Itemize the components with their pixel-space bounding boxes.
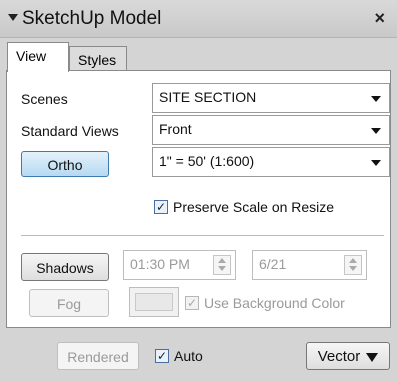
close-icon[interactable]: × bbox=[374, 8, 385, 29]
panel-titlebar[interactable]: SketchUp Model × bbox=[0, 0, 397, 38]
vector-label: Vector bbox=[317, 348, 361, 365]
panel-title: SketchUp Model bbox=[22, 8, 162, 29]
fog-button[interactable]: Fog bbox=[29, 289, 109, 317]
collapse-triangle-icon[interactable] bbox=[8, 14, 18, 21]
tab-styles[interactable]: Styles bbox=[69, 46, 127, 72]
preserve-scale-checkbox[interactable]: ✓ bbox=[154, 200, 168, 214]
shadow-time-value: 01:30 PM bbox=[130, 256, 190, 272]
preserve-scale-label: Preserve Scale on Resize bbox=[173, 199, 335, 215]
vector-dropdown-button[interactable]: Vector bbox=[306, 342, 390, 370]
tab-view[interactable]: View bbox=[7, 42, 69, 72]
shadows-button[interactable]: Shadows bbox=[21, 253, 109, 281]
shadow-time-field[interactable]: 01:30 PM bbox=[123, 250, 236, 280]
scenes-label: Scenes bbox=[21, 91, 68, 107]
scale-value: 1" = 50' (1:600) bbox=[159, 153, 255, 169]
rendered-button[interactable]: Rendered bbox=[57, 342, 139, 370]
auto-checkbox[interactable]: ✓ bbox=[155, 349, 169, 363]
chevron-down-icon bbox=[371, 128, 381, 134]
scenes-value: SITE SECTION bbox=[159, 89, 257, 105]
chevron-down-icon bbox=[371, 160, 381, 166]
section-divider bbox=[21, 235, 384, 236]
shadow-date-field[interactable]: 6/21 bbox=[252, 250, 367, 280]
scale-dropdown[interactable]: 1" = 50' (1:600) bbox=[152, 147, 390, 177]
footer-bar: Rendered ✓ Auto Vector bbox=[0, 328, 397, 382]
chevron-down-icon bbox=[366, 352, 379, 362]
standard-views-value: Front bbox=[159, 121, 192, 137]
auto-label: Auto bbox=[174, 348, 203, 364]
date-spinner[interactable] bbox=[344, 255, 362, 275]
time-spinner[interactable] bbox=[213, 255, 231, 275]
standard-views-label: Standard Views bbox=[21, 123, 119, 139]
chevron-down-icon bbox=[371, 96, 381, 102]
tab-bar: View Styles bbox=[0, 38, 397, 72]
ortho-button[interactable]: Ortho bbox=[21, 151, 109, 177]
shadow-date-value: 6/21 bbox=[259, 256, 287, 272]
view-tab-panel: Scenes SITE SECTION Standard Views Front… bbox=[6, 70, 391, 328]
standard-views-dropdown[interactable]: Front bbox=[152, 115, 390, 145]
scenes-dropdown[interactable]: SITE SECTION bbox=[152, 83, 390, 113]
fog-color-swatch[interactable] bbox=[129, 287, 179, 317]
use-background-color-checkbox[interactable]: ✓ bbox=[185, 296, 199, 310]
use-background-color-label: Use Background Color bbox=[204, 295, 345, 311]
